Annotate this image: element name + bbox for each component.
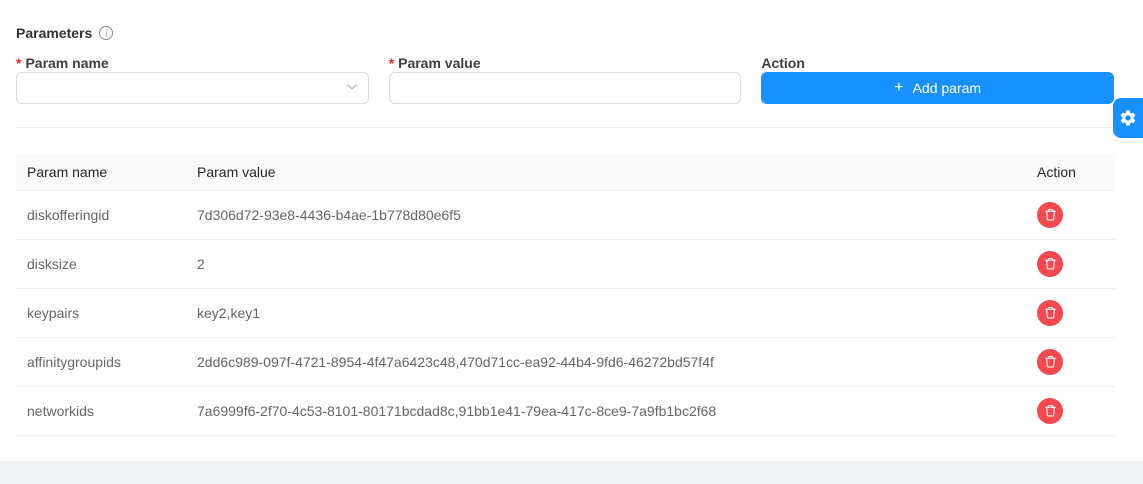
params-table: Param name Param value Action diskofferi… <box>16 154 1115 436</box>
parameters-section-header: Parameters i <box>16 25 113 41</box>
param-name-cell: diskofferingid <box>16 190 186 239</box>
header-action: Action <box>1025 154 1115 190</box>
param-name-cell: affinitygroupids <box>16 337 186 386</box>
param-value-cell: 7a6999f6-2f70-4c53-8101-80171bcdad8c,91b… <box>186 386 1025 435</box>
param-name-cell: networkids <box>16 386 186 435</box>
param-name-select-input[interactable] <box>16 72 369 104</box>
trash-icon <box>1044 208 1057 221</box>
param-table-body: diskofferingid 7d306d72-93e8-4436-b4ae-1… <box>16 190 1115 435</box>
delete-param-button[interactable] <box>1037 349 1063 375</box>
section-divider <box>16 127 1143 128</box>
plus-icon: + <box>894 80 903 96</box>
delete-param-button[interactable] <box>1037 398 1063 424</box>
settings-drawer-toggle[interactable] <box>1113 98 1143 138</box>
delete-param-button[interactable] <box>1037 251 1063 277</box>
info-circle-icon[interactable]: i <box>99 26 113 40</box>
param-value-label: * Param value <box>389 53 742 72</box>
table-row: networkids 7a6999f6-2f70-4c53-8101-80171… <box>16 386 1115 435</box>
trash-icon <box>1044 257 1057 270</box>
param-name-label: * Param name <box>16 53 369 72</box>
param-name-cell: keypairs <box>16 288 186 337</box>
trash-icon <box>1044 355 1057 368</box>
required-asterisk: * <box>16 55 21 71</box>
header-param-value: Param value <box>186 154 1025 190</box>
param-value-cell: 7d306d72-93e8-4436-b4ae-1b778d80e6f5 <box>186 190 1025 239</box>
table-row: keypairs key2,key1 <box>16 288 1115 337</box>
table-row: disksize 2 <box>16 239 1115 288</box>
action-field: Action + Add param <box>761 53 1114 104</box>
page-title: Parameters <box>16 25 92 41</box>
param-name-field: * Param name <box>16 53 369 104</box>
param-value-field: * Param value <box>389 53 742 104</box>
gear-icon <box>1119 109 1137 127</box>
action-label: Action <box>761 53 1114 72</box>
table-row: affinitygroupids 2dd6c989-097f-4721-8954… <box>16 337 1115 386</box>
page-footer-strip <box>0 461 1143 484</box>
param-name-select[interactable] <box>16 72 369 104</box>
add-param-form: * Param name * Param value Action <box>16 53 1114 104</box>
param-value-input[interactable] <box>389 72 742 104</box>
required-asterisk: * <box>389 55 394 71</box>
param-value-cell: 2 <box>186 239 1025 288</box>
param-name-cell: disksize <box>16 239 186 288</box>
trash-icon <box>1044 404 1057 417</box>
param-value-cell: 2dd6c989-097f-4721-8954-4f47a6423c48,470… <box>186 337 1025 386</box>
add-param-button[interactable]: + Add param <box>761 72 1114 104</box>
trash-icon <box>1044 306 1057 319</box>
parameters-page: Parameters i * Param name * Param value <box>0 0 1143 484</box>
header-param-name: Param name <box>16 154 186 190</box>
param-value-cell: key2,key1 <box>186 288 1025 337</box>
delete-param-button[interactable] <box>1037 300 1063 326</box>
add-param-button-label: Add param <box>913 80 981 96</box>
table-row: diskofferingid 7d306d72-93e8-4436-b4ae-1… <box>16 190 1115 239</box>
delete-param-button[interactable] <box>1037 202 1063 228</box>
table-header-row: Param name Param value Action <box>16 154 1115 190</box>
